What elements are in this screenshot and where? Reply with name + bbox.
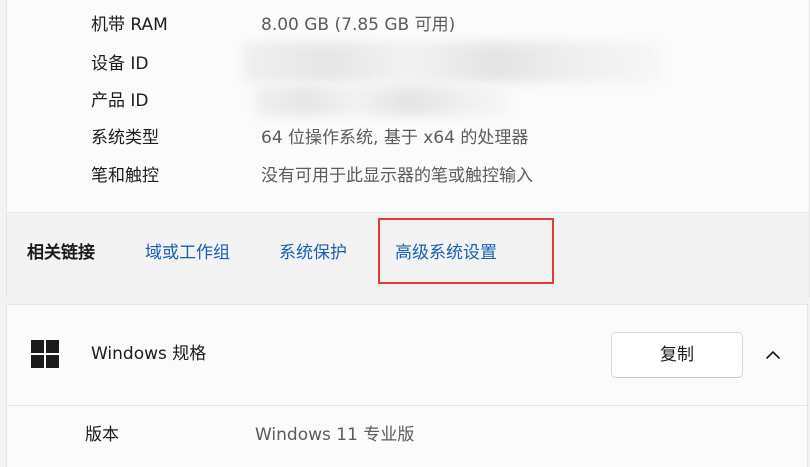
windows-version-row: 版本 Windows 11 专业版 [6,406,808,467]
chevron-up-icon[interactable] [763,345,783,365]
spec-value-system-type: 64 位操作系统, 基于 x64 的处理器 [261,128,529,148]
product-id-redacted [255,86,511,116]
device-specs-card: 机带 RAM 8.00 GB (7.85 GB 可用) 设备 ID 产品 ID … [6,0,810,212]
windows-logo-icon [31,340,59,368]
copy-button[interactable]: 复制 [611,332,743,378]
related-links-label: 相关链接 [27,243,95,263]
spec-value-pen-touch: 没有可用于此显示器的笔或触控输入 [261,166,533,186]
version-label: 版本 [85,425,119,445]
spec-label-system-type: 系统类型 [91,128,159,148]
windows-spec-header[interactable]: Windows 规格 复制 [6,304,808,406]
device-id-redacted [243,42,661,82]
spec-value-ram: 8.00 GB (7.85 GB 可用) [261,15,456,35]
version-value: Windows 11 专业版 [255,425,415,445]
windows-spec-title: Windows 规格 [91,344,207,364]
link-domain-workgroup[interactable]: 域或工作组 [145,241,230,265]
link-system-protection[interactable]: 系统保护 [279,241,347,265]
spec-label-pen-touch: 笔和触控 [91,166,159,186]
spec-label-device-id: 设备 ID [91,54,149,74]
spec-label-ram: 机带 RAM [91,15,168,35]
highlight-box [378,218,554,284]
spec-label-product-id: 产品 ID [91,91,149,111]
